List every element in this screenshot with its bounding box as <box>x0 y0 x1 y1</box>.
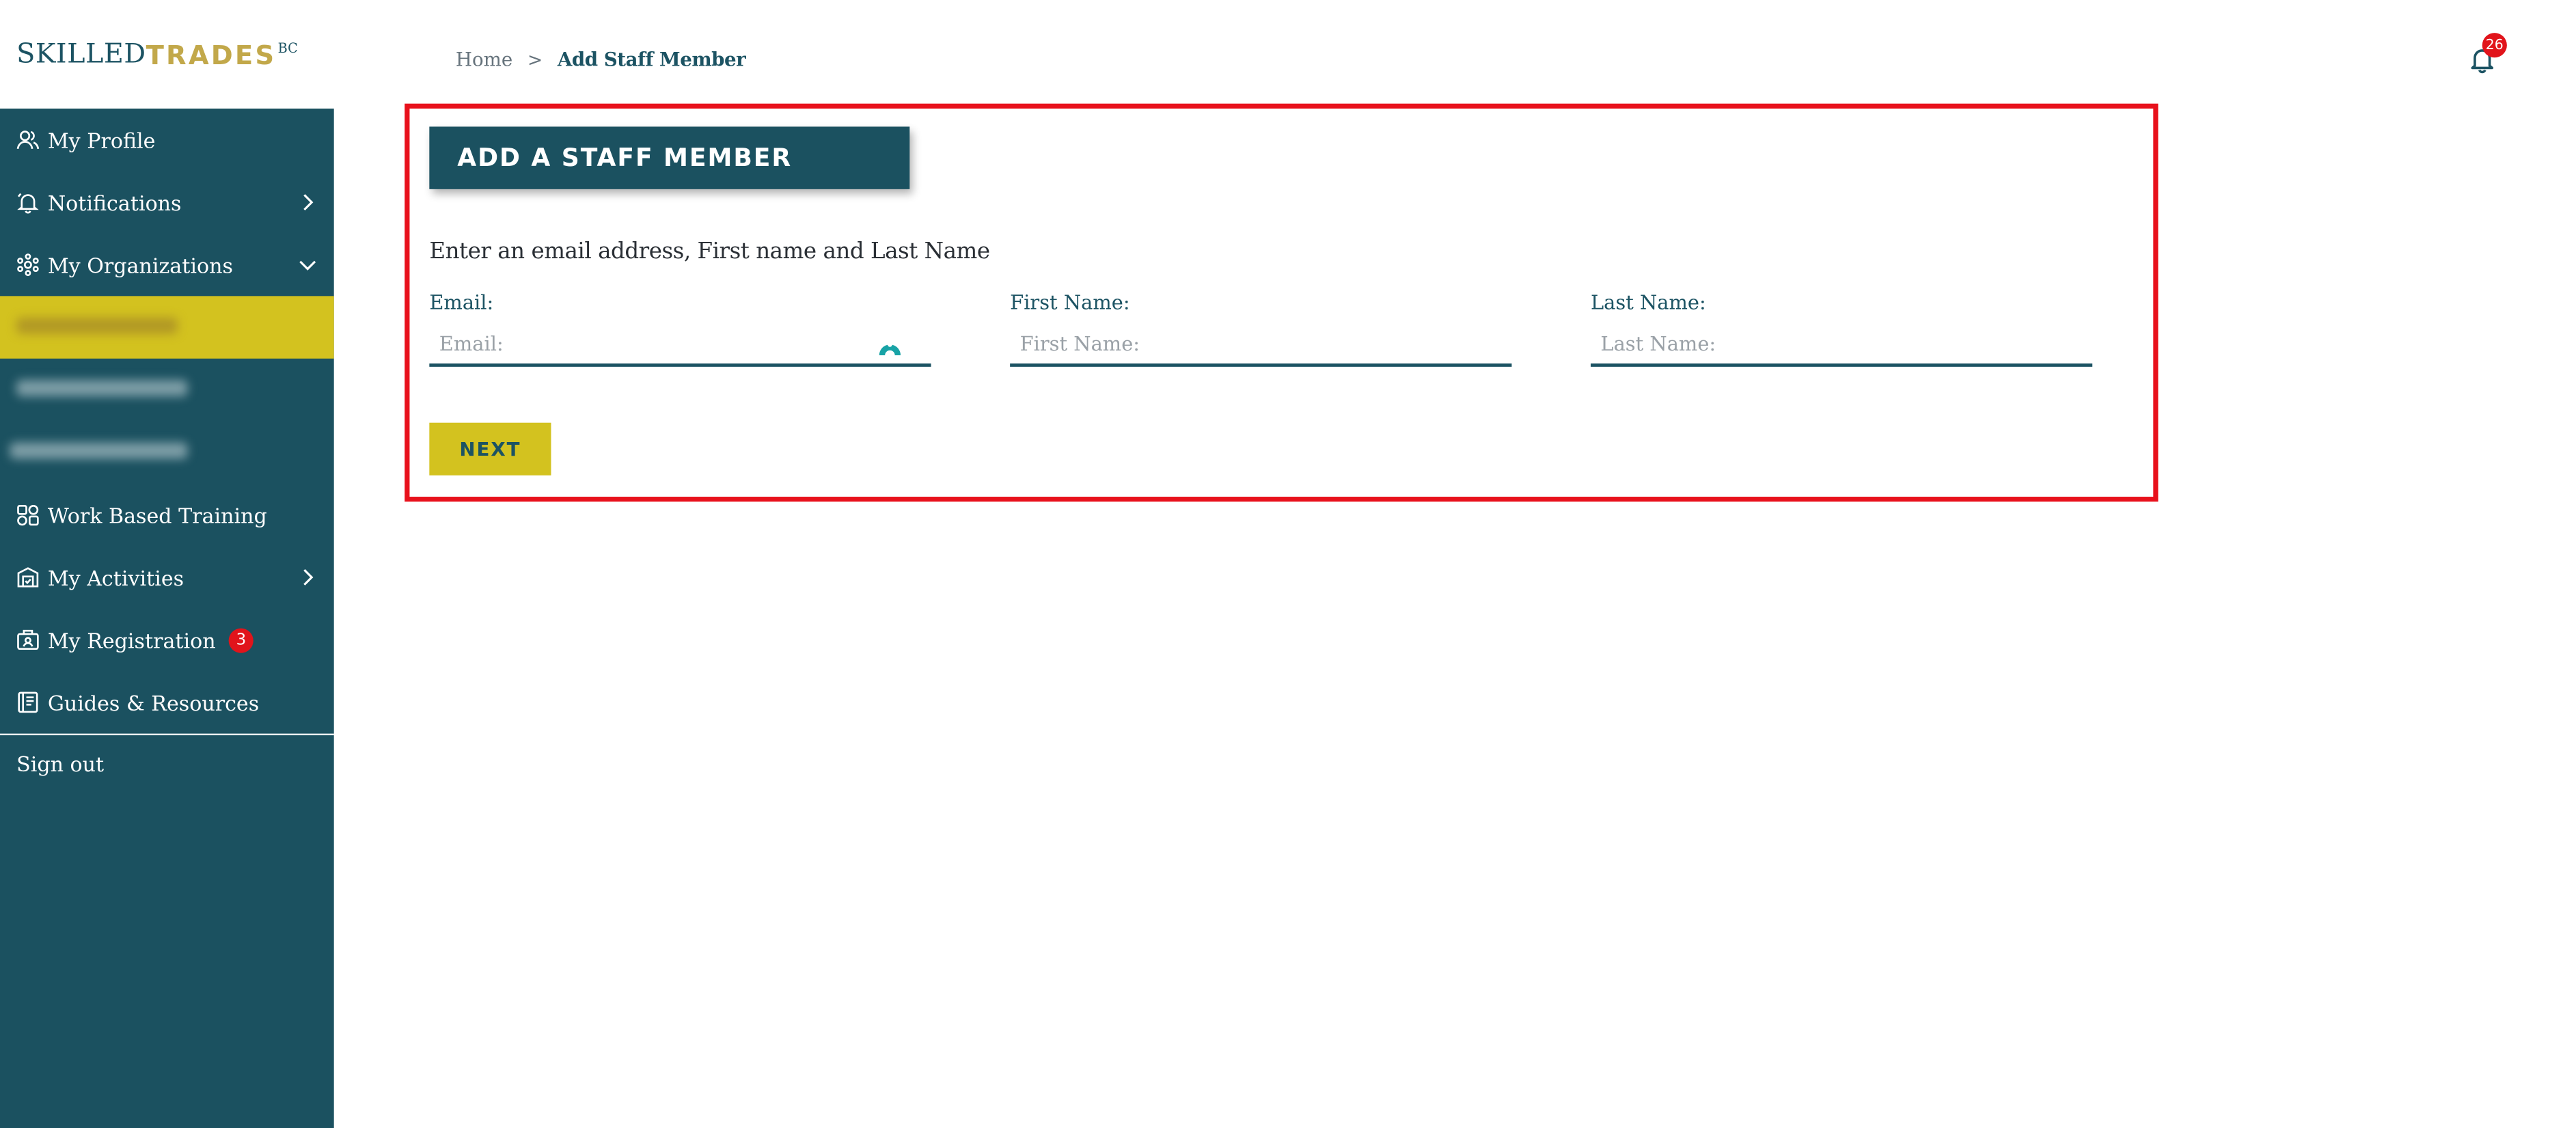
sidebar-item-label: My Profile <box>47 127 156 152</box>
sidebar-item-my-activities[interactable]: My Activities <box>0 546 334 608</box>
book-icon <box>16 691 40 714</box>
redacted-org-name <box>16 317 178 334</box>
sidebar-item-notifications[interactable]: Notifications <box>0 171 334 233</box>
user-icon <box>16 128 40 152</box>
sidebar-item-label: My Registration <box>47 627 216 652</box>
page-title: ADD A STAFF MEMBER <box>457 143 793 173</box>
sidebar-item-label: Work Based Training <box>47 502 267 527</box>
registration-count-badge: 3 <box>228 627 254 652</box>
sidebar-item-my-profile[interactable]: My Profile <box>0 109 334 171</box>
logo-text-bc: BC <box>277 41 298 56</box>
breadcrumb: Home > Add Staff Member <box>456 47 746 71</box>
breadcrumb-current: Add Staff Member <box>557 47 746 71</box>
redacted-org-name <box>16 380 188 397</box>
last-name-field-wrapper <box>1590 322 2093 367</box>
sidebar-org-item[interactable] <box>0 359 334 421</box>
first-name-label: First Name: <box>1010 291 1130 314</box>
bell-icon <box>16 191 40 214</box>
sidebar-item-label: Guides & Resources <box>47 689 260 715</box>
email-label: Email: <box>429 291 494 314</box>
breadcrumb-separator: > <box>527 49 543 70</box>
first-name-input[interactable] <box>1010 322 1448 364</box>
chevron-down-icon <box>299 260 316 271</box>
sign-out-link[interactable]: Sign out <box>16 752 104 776</box>
password-manager-icon[interactable] <box>877 334 903 357</box>
sidebar-item-label: My Activities <box>47 564 184 590</box>
next-button[interactable]: NEXT <box>429 422 551 476</box>
sidebar-item-work-based-training[interactable]: Work Based Training <box>0 484 334 546</box>
sidebar-org-item-selected[interactable] <box>0 296 334 359</box>
sidebar-divider <box>0 733 334 736</box>
sidebar-item-label: My Organizations <box>47 252 233 277</box>
sidebar-item-label: Notifications <box>47 190 182 215</box>
training-icon <box>16 504 40 527</box>
redacted-org-name <box>10 442 188 459</box>
form-instruction: Enter an email address, First name and L… <box>429 238 990 265</box>
chevron-right-icon <box>303 194 314 211</box>
breadcrumb-home-link[interactable]: Home <box>456 48 512 71</box>
page-title-banner: ADD A STAFF MEMBER <box>429 126 910 189</box>
email-field-wrapper <box>429 322 931 367</box>
activities-icon <box>16 566 40 589</box>
organization-icon <box>16 253 40 277</box>
registration-icon <box>16 629 40 652</box>
last-name-label: Last Name: <box>1590 291 1706 314</box>
logo[interactable]: SKILLED TRADES BC <box>16 38 298 74</box>
notification-count-badge: 26 <box>2482 33 2507 58</box>
app-root: SKILLED TRADES BC Home > Add Staff Membe… <box>0 0 2576 1128</box>
logo-text-trades: TRADES <box>146 39 277 71</box>
sidebar-item-my-organizations[interactable]: My Organizations <box>0 234 334 296</box>
logo-text-skilled: SKILLED <box>16 38 146 70</box>
sidebar-org-item[interactable] <box>0 421 334 483</box>
sidebar-item-my-registration[interactable]: My Registration 3 <box>0 609 334 671</box>
last-name-input[interactable] <box>1590 322 2029 364</box>
sidebar-item-guides-resources[interactable]: Guides & Resources <box>0 671 334 733</box>
chevron-right-icon <box>303 569 314 586</box>
sidebar: My Profile Notifications My Organization… <box>0 108 334 1128</box>
email-input[interactable] <box>429 322 867 364</box>
first-name-field-wrapper <box>1010 322 1512 367</box>
